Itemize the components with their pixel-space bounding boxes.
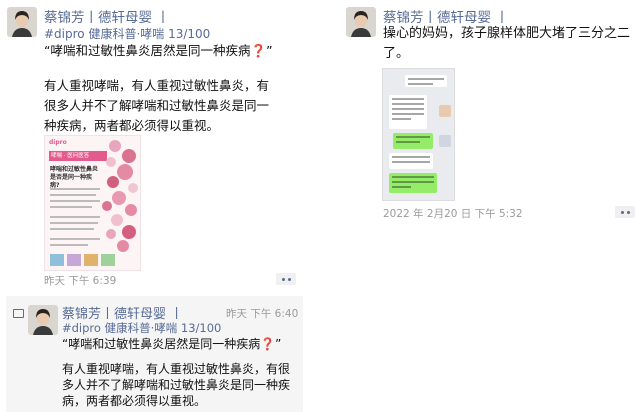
author-avatar[interactable]	[7, 7, 37, 37]
author-avatar[interactable]	[346, 7, 376, 37]
quote-end: ”	[275, 337, 282, 351]
post-quote: “哮喘和过敏性鼻炎居然是同一种疾病❓”	[44, 41, 273, 61]
post-time: 昨天 下午 6:39	[44, 275, 117, 287]
author-avatar[interactable]	[28, 305, 58, 335]
chat-screenshot-image[interactable]	[382, 68, 455, 201]
post-body: 操心的妈妈，孩子腺样体肥大堵了三分之二了。	[383, 26, 631, 61]
post-time: 2022 年 2月20 日 下午 5:32	[383, 208, 523, 220]
poster-bubbles	[50, 140, 138, 266]
more-dots-icon[interactable]	[276, 273, 296, 285]
author-name[interactable]: 蔡锦芳丨德轩母婴 丨	[383, 6, 509, 26]
quote-end: ”	[266, 43, 273, 58]
post-body: 有人重视哮喘，有人重视过敏性鼻炎，有很多人并不了解哮喘和过敏性鼻炎是同一种疾病，…	[44, 78, 270, 133]
question-mark-icon: ❓	[260, 337, 276, 351]
comment-icon[interactable]	[13, 309, 24, 318]
topic-tag[interactable]: #dipro 健康科普·哮喘 13/100	[44, 25, 210, 42]
question-mark-icon: ❓	[250, 43, 267, 58]
post-body: 有人重视哮喘，有人重视过敏性鼻炎，有很多人并不了解哮喘和过敏性鼻炎是同一种疾病，…	[62, 362, 291, 408]
quote-text: “哮喘和过敏性鼻炎居然是同一种疾病	[62, 337, 261, 351]
quote-text: “哮喘和过敏性鼻炎居然是同一种疾病	[44, 43, 251, 58]
author-name[interactable]: 蔡锦芳丨德轩母婴 丨	[44, 6, 170, 26]
more-dots-icon[interactable]	[615, 206, 635, 218]
post-time: 昨天 下午 6:40	[226, 308, 299, 320]
poster-image[interactable]: dipro 哮喘 · 医问医答 哮喘和过敏性鼻炎是否是同一种疾病?	[44, 135, 141, 271]
post-quote: “哮喘和过敏性鼻炎居然是同一种疾病❓”	[62, 334, 281, 354]
